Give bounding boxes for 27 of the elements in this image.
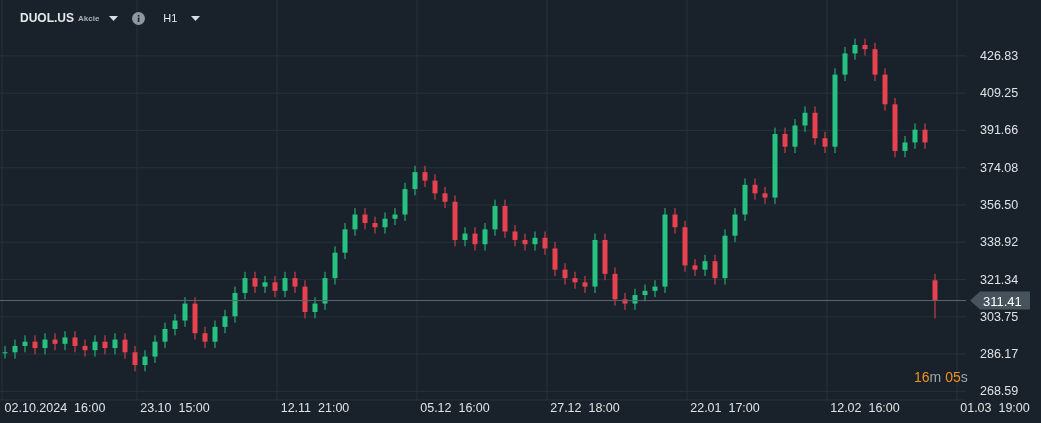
current-price-tag: 311.41 (970, 291, 1030, 310)
time-axis-label: 22.01 17:00 (690, 401, 760, 415)
time-axis-label: 01.03 19:00 (960, 401, 1030, 415)
price-axis-label: 286.17 (980, 347, 1019, 362)
price-axis-label: 391.66 (980, 123, 1019, 138)
price-axis-label: 303.75 (980, 309, 1019, 324)
time-axis-label: 27.12 18:00 (550, 401, 620, 415)
price-axis-label: 321.34 (980, 272, 1019, 287)
price-axis-label: 374.08 (980, 160, 1019, 175)
price-axis-label: 268.59 (980, 384, 1019, 399)
time-axis-label: 23.10 15:00 (140, 401, 210, 415)
time-axis-label: 12.11 21:00 (280, 401, 350, 415)
time-axis-label: 12.02 16:00 (830, 401, 900, 415)
timeframe-selector[interactable]: H1 (163, 12, 178, 24)
caret-icon[interactable] (109, 15, 119, 21)
ref-line-label: 311.41 (983, 293, 1022, 309)
price-axis-label: 409.25 (980, 86, 1019, 101)
candle-countdown: 16m 05s (914, 369, 968, 385)
price-axis-label: 356.50 (980, 198, 1019, 212)
price-axis-label: 338.92 (980, 235, 1019, 250)
time-axis-label: 05.12 16:00 (420, 401, 490, 415)
time-axis-label: 02.10.2024 16:00 (4, 401, 106, 415)
info-icon[interactable] (132, 11, 146, 25)
symbol-name[interactable]: DUOL.US (20, 11, 74, 25)
price-axis-label: 426.83 (980, 48, 1019, 63)
asset-type: Akcie (78, 13, 100, 23)
caret-icon[interactable] (191, 15, 201, 21)
